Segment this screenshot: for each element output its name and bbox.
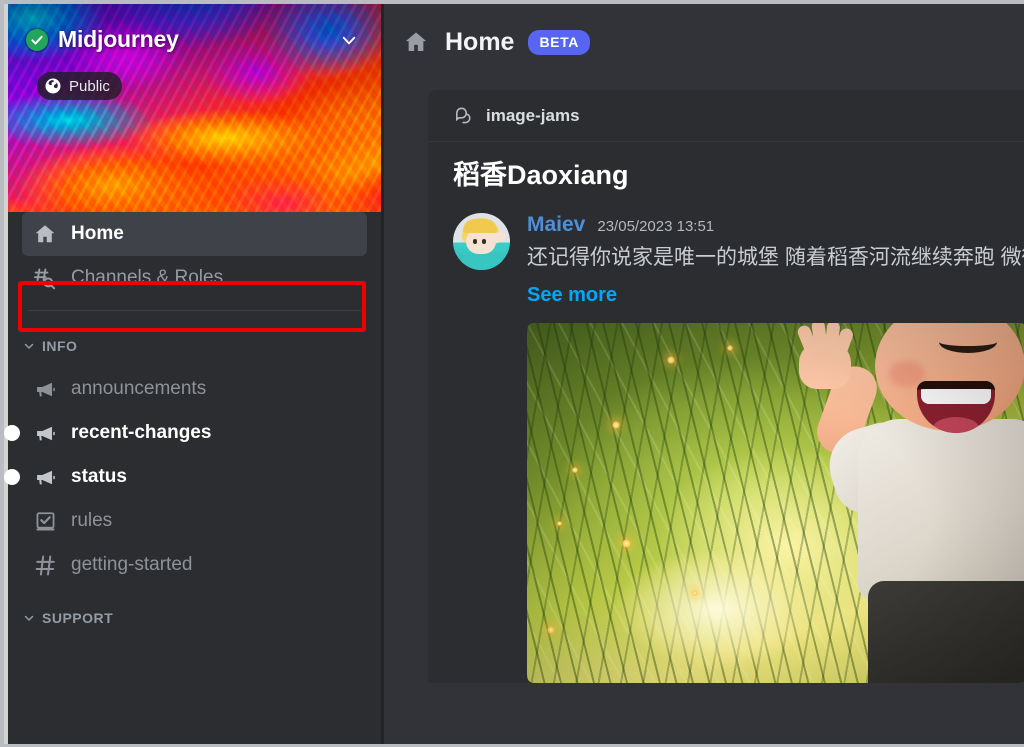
sidebar-category-support-label: SUPPORT — [42, 610, 114, 626]
channel-item-getting-started-label: getting-started — [71, 554, 193, 575]
rules-book-icon — [32, 508, 58, 534]
sidebar-item-home[interactable]: Home — [22, 212, 367, 256]
hashtag-search-icon — [32, 265, 58, 291]
channel-item-status[interactable]: status — [4, 455, 367, 499]
channel-list-info: announcements recent-changes status rule… — [4, 367, 381, 587]
verified-check-icon — [26, 28, 48, 51]
sidebar-nav: Home Channels & Roles INFO announcements… — [4, 212, 381, 631]
attachment-image[interactable] — [527, 323, 1024, 684]
server-name: Midjourney — [58, 26, 179, 52]
sidebar-category-info-label: INFO — [42, 338, 78, 354]
sidebar-item-home-label: Home — [71, 223, 124, 244]
announcement-megaphone-icon — [32, 376, 58, 402]
channel-item-getting-started[interactable]: getting-started — [22, 543, 367, 587]
sidebar-category-support[interactable]: SUPPORT — [16, 605, 373, 631]
channel-item-recent-changes[interactable]: recent-changes — [4, 411, 367, 455]
channel-item-status-label: status — [71, 466, 127, 487]
home-icon — [402, 28, 430, 56]
post-channel-row[interactable]: image-jams — [428, 90, 1024, 142]
message-timestamp: 23/05/2023 13:51 — [597, 218, 715, 236]
app-root: Midjourney Public Home Channels & Roles … — [0, 0, 1024, 747]
forum-threads-icon — [453, 105, 475, 127]
post-channel-name: image-jams — [486, 105, 580, 125]
globe-icon — [43, 77, 62, 96]
unread-indicator — [4, 469, 20, 485]
message-author[interactable]: Maiev — [527, 213, 585, 237]
window-frame: Midjourney Public Home Channels & Roles … — [4, 4, 1024, 744]
main-header: Home BETA — [384, 4, 1024, 80]
message-content: Maiev 23/05/2023 13:51 还记得你说家是唯一的城堡 随着稻香… — [527, 213, 1024, 684]
post-title: 稻香Daoxiang — [453, 160, 629, 190]
server-privacy-badge: Public — [37, 72, 122, 100]
post-feed[interactable]: image-jams 稻香Daoxiang Maiev 23/05/2023 1… — [384, 80, 1024, 744]
beta-badge: BETA — [528, 29, 590, 55]
message-header: Maiev 23/05/2023 13:51 — [527, 213, 1024, 237]
channel-item-rules-label: rules — [71, 510, 113, 531]
announcement-megaphone-icon — [32, 420, 58, 446]
channel-item-announcements[interactable]: announcements — [22, 367, 367, 411]
forum-post-card[interactable]: image-jams 稻香Daoxiang Maiev 23/05/2023 1… — [428, 90, 1024, 684]
avatar[interactable] — [453, 213, 510, 271]
server-privacy-label: Public — [69, 77, 110, 95]
post-body: 稻香Daoxiang Maiev 23/05/2023 13:51 还记得你说家… — [428, 142, 1024, 684]
announcement-megaphone-icon — [32, 464, 58, 490]
sidebar-item-channels-and-roles-label: Channels & Roles — [71, 267, 224, 288]
main-content: Home BETA image-jams 稻香Daoxiang Maiev 23… — [381, 4, 1024, 744]
page-title: Home — [445, 27, 515, 56]
message-text: 还记得你说家是唯一的城堡 随着稻香河流继续奔跑 微微笑 小时候的梦我知道... — [527, 246, 1024, 270]
attachment-vignette — [527, 323, 1024, 684]
sidebar-category-info[interactable]: INFO — [16, 333, 373, 359]
chevron-down-icon — [22, 611, 36, 625]
see-more-link[interactable]: See more — [527, 284, 617, 307]
channel-item-rules[interactable]: rules — [22, 499, 367, 543]
chevron-down-icon[interactable] — [339, 30, 359, 50]
sidebar-divider — [28, 310, 361, 311]
chevron-down-icon — [22, 339, 36, 353]
unread-indicator — [4, 425, 20, 441]
home-icon — [32, 221, 58, 247]
channel-item-announcements-label: announcements — [71, 378, 207, 399]
channel-item-recent-changes-label: recent-changes — [71, 422, 212, 443]
avatar-art — [453, 213, 510, 271]
hashtag-icon — [32, 552, 58, 578]
server-sidebar: Midjourney Public Home Channels & Roles … — [4, 4, 381, 744]
post-message: Maiev 23/05/2023 13:51 还记得你说家是唯一的城堡 随着稻香… — [453, 213, 1024, 684]
server-header[interactable]: Midjourney — [26, 26, 359, 53]
sidebar-item-channels-and-roles[interactable]: Channels & Roles — [22, 256, 367, 300]
